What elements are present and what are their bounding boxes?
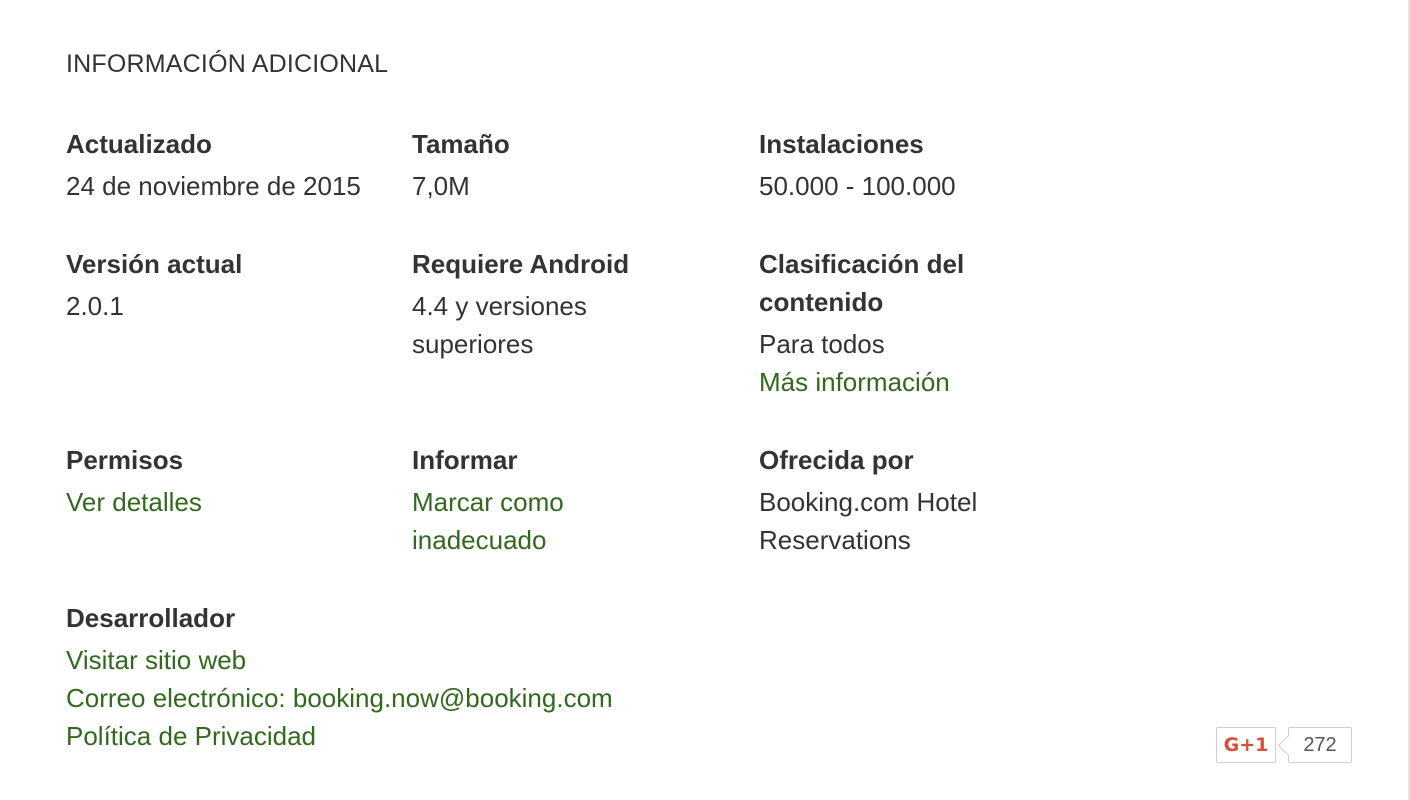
meta-requires-android: Requiere Android 4.4 y versiones superio…	[412, 245, 662, 363]
flag-inappropriate-link[interactable]: Marcar como inadecuado	[412, 483, 632, 559]
size-value: 7,0M	[412, 171, 470, 201]
offered-by-value: Booking.com Hotel Reservations	[759, 487, 978, 555]
size-label: Tamaño	[412, 129, 510, 159]
view-details-link[interactable]: Ver detalles	[66, 483, 396, 521]
gplus-widget: G+1 272	[1216, 727, 1352, 763]
updated-value: 24 de noviembre de 2015	[66, 171, 361, 201]
meta-developer: Desarrollador Visitar sitio web Correo e…	[66, 599, 766, 755]
section-title: INFORMACIÓN ADICIONAL	[66, 50, 389, 78]
requires-android-label: Requiere Android	[412, 249, 630, 279]
meta-permissions: Permisos Ver detalles	[66, 441, 396, 521]
developer-label: Desarrollador	[66, 603, 236, 633]
updated-label: Actualizado	[66, 129, 212, 159]
permissions-label: Permisos	[66, 445, 184, 475]
visit-website-link[interactable]: Visitar sitio web	[66, 641, 766, 679]
offered-by-label: Ofrecida por	[759, 445, 914, 475]
gplus-count-bubble: 272	[1288, 727, 1352, 763]
current-version-value: 2.0.1	[66, 291, 124, 321]
requires-android-value: 4.4 y versiones superiores	[412, 291, 587, 359]
content-rating-label: Clasificación del contenido	[759, 249, 965, 317]
current-version-label: Versión actual	[66, 249, 243, 279]
meta-size: Tamaño 7,0M	[412, 125, 742, 205]
meta-offered-by: Ofrecida por Booking.com Hotel Reservati…	[759, 441, 1019, 559]
meta-installs: Instalaciones 50.000 - 100.000	[759, 125, 1089, 205]
installs-value: 50.000 - 100.000	[759, 171, 956, 201]
content-rating-value: Para todos	[759, 329, 885, 359]
gplus-one-button[interactable]: G+1	[1216, 727, 1276, 763]
meta-updated: Actualizado 24 de noviembre de 2015	[66, 125, 396, 205]
developer-email-link[interactable]: Correo electrónico: booking.now@booking.…	[66, 679, 766, 717]
privacy-policy-link[interactable]: Política de Privacidad	[66, 717, 766, 755]
meta-content-rating: Clasificación del contenido Para todos M…	[759, 245, 999, 401]
meta-current-version: Versión actual 2.0.1	[66, 245, 396, 325]
installs-label: Instalaciones	[759, 129, 924, 159]
additional-info-page: INFORMACIÓN ADICIONAL Actualizado 24 de …	[0, 0, 1410, 800]
meta-report: Informar Marcar como inadecuado	[412, 441, 632, 559]
more-info-link[interactable]: Más información	[759, 363, 999, 401]
report-label: Informar	[412, 445, 518, 475]
